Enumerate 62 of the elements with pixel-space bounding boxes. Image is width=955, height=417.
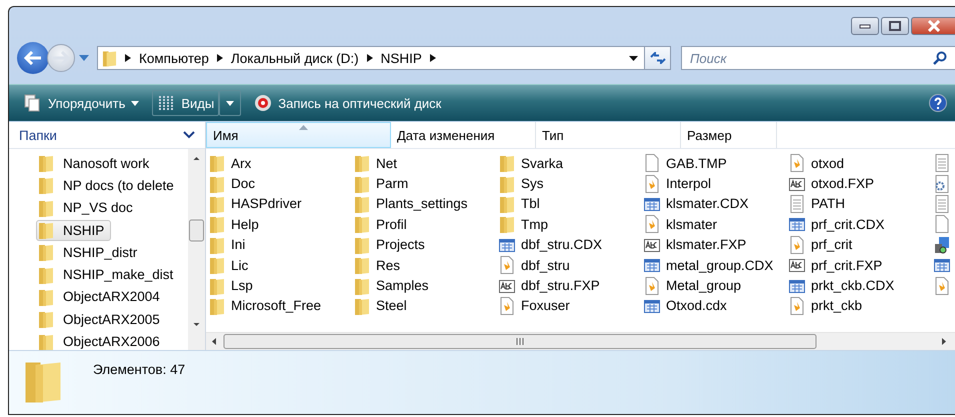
folder-tree-item[interactable]: ObjectARX2005 <box>60 308 167 330</box>
column-header[interactable]: Дата изменения <box>391 122 536 148</box>
file-name[interactable]: Ini <box>231 237 246 252</box>
file-name[interactable]: otxod.FXP <box>811 176 874 192</box>
file-name[interactable]: Projects <box>376 237 425 252</box>
file-name[interactable]: Lic <box>231 258 248 273</box>
file-name[interactable]: metal_group.CDX <box>666 258 774 273</box>
file-name[interactable]: Otxod.cdx <box>666 298 727 314</box>
file-name[interactable]: HASPdriver <box>231 196 302 212</box>
folder-tree-item[interactable]: ObjectARX2004 <box>60 286 167 308</box>
folder-tree-item[interactable]: Nanosoft work <box>60 152 156 174</box>
file-name[interactable]: Parm <box>376 176 408 192</box>
file-name[interactable]: Samples <box>376 278 429 294</box>
breadcrumb[interactable]: Компьютер <box>139 50 209 66</box>
file-name[interactable]: Net <box>376 156 398 171</box>
file-name[interactable]: Arx <box>231 156 252 171</box>
file-name[interactable]: klsmater <box>666 216 718 232</box>
breadcrumb[interactable]: NSHIP <box>380 50 422 66</box>
address-bar[interactable]: Компьютер Локальный диск (D:) NSHIP <box>97 46 645 70</box>
folder-tree-item[interactable]: ObjectARX2006 <box>60 331 167 350</box>
folder-tree-item[interactable]: NSHIP_distr <box>60 242 144 263</box>
column-header[interactable]: Тип <box>536 122 681 148</box>
folder-tree-item[interactable]: NSHIP_make_dist <box>60 264 180 286</box>
file-name[interactable]: prf_crit.FXP <box>811 258 882 273</box>
file-name[interactable]: Foxuser <box>521 298 570 314</box>
organize-button[interactable]: Упорядочить <box>19 90 144 116</box>
file-name[interactable]: prf_crit.CDX <box>811 216 885 232</box>
file-name[interactable]: Lsp <box>231 278 253 294</box>
file-name[interactable]: dbf_stru <box>521 258 570 273</box>
views-button[interactable]: Виды <box>152 90 220 116</box>
file-name[interactable]: Microsoft_Free <box>231 298 322 314</box>
file-name[interactable]: Tmp <box>521 216 548 232</box>
file-name[interactable]: Help <box>231 216 259 232</box>
file-name[interactable]: Plants_settings <box>376 196 468 212</box>
file-name[interactable]: Sys <box>521 176 544 192</box>
file-name[interactable]: Interpol <box>666 176 712 192</box>
file-name[interactable]: klsmater.FXP <box>666 237 746 252</box>
file-name[interactable]: Steel <box>376 298 407 314</box>
file-name[interactable]: prkt_ckb <box>811 298 862 314</box>
file-name[interactable]: PATH <box>811 196 846 212</box>
file-name[interactable]: Doc <box>231 176 256 192</box>
file-name[interactable]: Tbl <box>521 196 540 212</box>
file-name[interactable]: Svarka <box>521 156 564 171</box>
column-header[interactable]: Размер <box>681 122 777 148</box>
folder-tree-item[interactable]: NP_VS doc <box>60 197 140 218</box>
file-name[interactable]: Res <box>376 258 400 273</box>
file-name[interactable]: prkt_ckb.CDX <box>811 278 894 294</box>
file-name[interactable]: Metal_group <box>666 278 742 294</box>
breadcrumb[interactable]: Локальный диск (D:) <box>230 50 359 66</box>
folder-tree-item[interactable]: NP docs (to delete <box>60 174 181 196</box>
file-name[interactable]: klsmater.CDX <box>666 196 749 212</box>
burn-button[interactable]: Запись на оптический диск <box>249 90 446 116</box>
folders-pane-title: Папки <box>19 128 57 142</box>
file-name[interactable]: dbf_stru.FXP <box>521 278 600 294</box>
file-name[interactable]: Profil <box>376 216 407 232</box>
file-name[interactable]: GAB.TMP <box>666 156 727 171</box>
file-name[interactable]: otxod <box>811 156 844 171</box>
item-count: Элементов: 47 <box>93 362 186 377</box>
search-field[interactable]: Поиск <box>681 46 955 70</box>
file-name[interactable]: prf_crit <box>811 237 852 252</box>
file-name[interactable]: dbf_stru.CDX <box>521 237 602 252</box>
column-header[interactable]: Имя <box>206 122 391 148</box>
